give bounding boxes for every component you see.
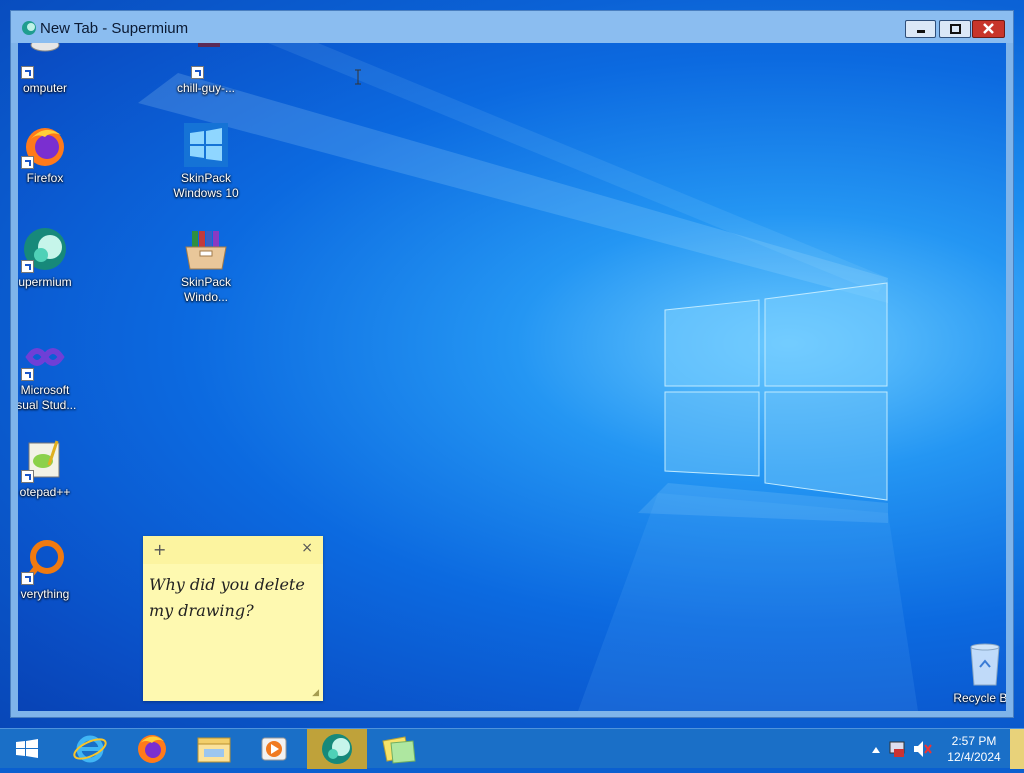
desktop-icon-skinpack-windows-10[interactable]: SkinPack Windows 10 (161, 121, 251, 201)
network-disconnected-icon (889, 741, 905, 757)
sticky-note-line: Why did you delete (149, 575, 305, 594)
start-button[interactable] (0, 729, 54, 769)
minimize-icon (917, 30, 925, 33)
taskbar: 2:57 PM 12/4/2024 (0, 728, 1024, 769)
desktop-icon-computer[interactable]: omputer (18, 43, 90, 96)
firefox-icon (138, 735, 166, 763)
notepad-plus-plus-icon (21, 435, 69, 483)
media-player-icon (261, 737, 287, 761)
close-icon (983, 23, 994, 34)
desktop-icon-recycle-bin[interactable]: Recycle Bin (940, 641, 1006, 706)
taskbar-clock[interactable]: 2:57 PM 12/4/2024 (934, 733, 1014, 765)
skinpack-box-icon (182, 225, 230, 273)
supermium-app-icon (22, 21, 36, 35)
taskbar-firefox[interactable] (122, 729, 182, 769)
taskbar-file-explorer[interactable] (184, 729, 244, 769)
desktop-icon-everything[interactable]: verything (18, 537, 90, 602)
taskbar-sticky-notes[interactable] (369, 729, 429, 769)
taskbar-media-player[interactable] (244, 729, 304, 769)
sticky-note-text[interactable]: Why did you delete my drawing? (149, 572, 319, 624)
shortcut-arrow-icon (21, 368, 34, 381)
sticky-notes-icon (382, 736, 416, 764)
show-desktop-button[interactable] (1010, 729, 1024, 769)
desktop-icon-supermium[interactable]: upermium (18, 225, 90, 290)
shortcut-arrow-icon (21, 572, 34, 585)
minimize-button[interactable] (905, 20, 936, 38)
maximize-button[interactable] (939, 20, 971, 38)
everything-search-icon (21, 537, 69, 585)
desktop-icon-notepad-plus-plus[interactable]: otepad++ (18, 435, 90, 500)
windows-logo-icon (182, 121, 230, 169)
clock-date: 12/4/2024 (947, 750, 1001, 764)
close-note-button[interactable]: × (301, 540, 313, 556)
clock-time: 2:57 PM (951, 734, 997, 748)
visual-studio-icon (21, 333, 69, 381)
speaker-muted-icon (914, 741, 932, 757)
sticky-note-line: my drawing? (149, 601, 254, 620)
browser-window: New Tab - Supermium omputer Firefox uper… (10, 10, 1014, 718)
chill-guy-shortcut-icon (182, 43, 230, 79)
shortcut-arrow-icon (21, 470, 34, 483)
taskbar-supermium[interactable] (307, 729, 367, 769)
shortcut-arrow-icon (21, 260, 34, 273)
supermium-icon (21, 225, 69, 273)
window-title: New Tab - Supermium (40, 20, 189, 37)
desktop-icon-firefox[interactable]: Firefox (18, 121, 90, 186)
desktop-icon-visual-studio[interactable]: Microsoft isual Stud... (18, 333, 90, 413)
internet-explorer-icon (73, 735, 107, 763)
page-content: omputer Firefox upermium Microsoft sual … (18, 43, 1006, 711)
recycle-bin-icon (961, 641, 1006, 689)
shortcut-arrow-icon (21, 156, 34, 169)
shortcut-arrow-icon (21, 66, 34, 79)
desktop-icon-chill-guy[interactable]: chill-guy-... (161, 43, 251, 96)
computer-icon (21, 43, 69, 79)
maximize-icon (950, 24, 961, 34)
windows-start-icon (16, 739, 38, 758)
shortcut-arrow-icon (191, 66, 204, 79)
add-note-button[interactable]: + (153, 540, 166, 559)
show-hidden-icons-icon (872, 747, 880, 753)
text-cursor-icon (355, 69, 361, 85)
window-titlebar[interactable]: New Tab - Supermium (11, 11, 1013, 43)
close-button[interactable] (972, 20, 1005, 38)
taskbar-internet-explorer[interactable] (60, 729, 120, 769)
sticky-note[interactable]: + × Why did you delete my drawing? ◢ (143, 536, 323, 701)
supermium-icon (322, 734, 352, 764)
system-tray (868, 729, 934, 769)
resize-grip-icon[interactable]: ◢ (312, 688, 319, 698)
sticky-note-header[interactable]: + × (143, 536, 323, 564)
desktop-icon-skinpack-windows[interactable]: SkinPack Windo... (161, 225, 251, 305)
folder-icon (197, 737, 231, 763)
firefox-icon (21, 121, 69, 169)
